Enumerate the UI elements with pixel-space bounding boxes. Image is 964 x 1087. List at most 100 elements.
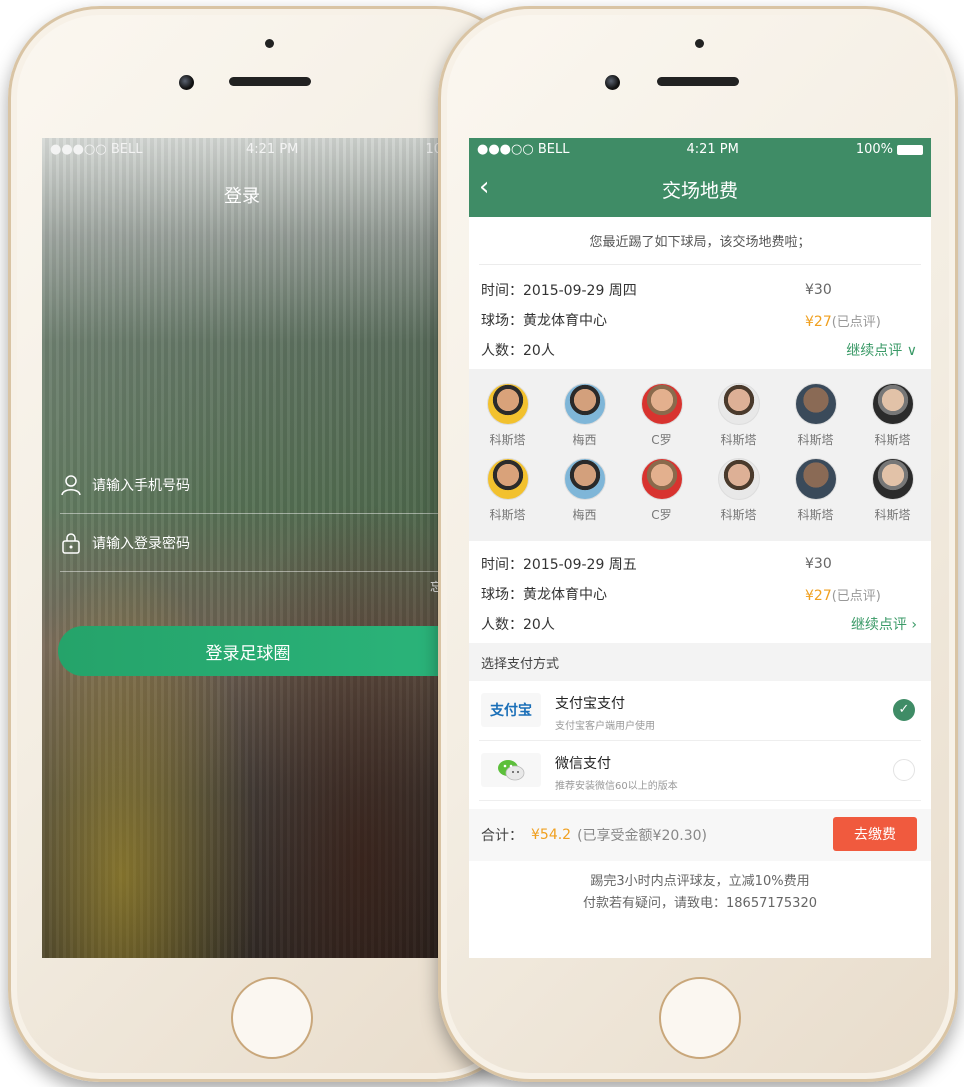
- player-name: 科斯塔: [489, 433, 526, 447]
- footer-contact-note: 付款若有疑问，请致电：18657175320: [583, 896, 817, 911]
- match-card-1: 时间：2015-09-29 周四 ¥30 球场：黄龙体育中心 ¥27(已点评) …: [469, 265, 931, 369]
- alipay-logo: 支付宝: [481, 693, 541, 727]
- footer-notes: 踢完3小时内点评球友，立减10%费用 付款若有疑问，请致电：1865717532…: [469, 861, 931, 915]
- discount-text: (已享受金额¥20.30): [577, 828, 708, 844]
- avatar: [871, 458, 914, 500]
- player-item[interactable]: 科斯塔: [786, 383, 846, 448]
- footer-discount-note: 踢完3小时内点评球友，立减10%费用: [590, 874, 810, 889]
- match-time: 时间：2015-09-29 周四: [481, 283, 637, 299]
- user-icon: [61, 474, 81, 495]
- player-name: C罗: [651, 508, 672, 522]
- player-item[interactable]: 科斯塔: [863, 458, 923, 523]
- home-button[interactable]: [659, 977, 741, 1059]
- match-time-row: 时间：2015-09-29 周四 ¥30: [469, 275, 931, 305]
- player-name: 科斯塔: [489, 508, 526, 522]
- player-item[interactable]: C罗: [632, 383, 692, 448]
- carrier: ●●●○○ BELL: [50, 142, 143, 157]
- proximity-sensor: [265, 39, 274, 48]
- total-bar: 合计： ¥54.2 (已享受金额¥20.30) 去缴费: [469, 809, 931, 861]
- match-venue: 球场：黄龙体育中心: [481, 587, 607, 603]
- match-card-2: 时间：2015-09-29 周五 ¥30 球场：黄龙体育中心 ¥27(已点评) …: [469, 541, 931, 643]
- payment-subtitle: 推荐安装微信60以上的版本: [555, 781, 678, 792]
- front-camera: [179, 75, 194, 90]
- paid-note: (已点评): [831, 314, 881, 330]
- match-people-row: 人数：20人 继续点评 ∨: [469, 335, 931, 365]
- player-name: 梅西: [572, 433, 597, 447]
- avatar: [794, 458, 837, 500]
- avatar: [563, 458, 606, 500]
- paid-note: (已点评): [831, 588, 881, 604]
- match-time: 时间：2015-09-29 周五: [481, 557, 637, 573]
- earpiece-speaker: [229, 77, 311, 86]
- player-name: 科斯塔: [720, 433, 757, 447]
- wechat-icon: [481, 753, 541, 787]
- page-title: 登录: [224, 186, 260, 207]
- payment-title: 支付宝支付: [555, 696, 625, 712]
- player-item[interactable]: 梅西: [555, 383, 615, 448]
- avatar: [640, 458, 683, 500]
- home-button[interactable]: [231, 977, 313, 1059]
- total-label: 合计：: [481, 828, 523, 844]
- player-item[interactable]: 科斯塔: [478, 458, 538, 523]
- avatar: [717, 458, 760, 500]
- phone-placeholder: 请输入手机号码: [92, 477, 190, 494]
- avatar: [794, 383, 837, 425]
- match-people: 人数：20人: [481, 343, 555, 359]
- player-item[interactable]: 科斯塔: [863, 383, 923, 448]
- avatar: [563, 383, 606, 425]
- player-name: 梅西: [572, 508, 597, 522]
- battery-level: 100%: [855, 142, 893, 157]
- player-name: 科斯塔: [874, 508, 911, 522]
- avatar: [486, 383, 529, 425]
- paid-price: ¥27(已点评): [805, 311, 881, 330]
- battery-status: 100%: [856, 142, 923, 157]
- clock: 4:21 PM: [686, 142, 739, 157]
- wechat-pay-option[interactable]: 微信支付 推荐安装微信60以上的版本: [479, 741, 921, 801]
- player-item[interactable]: C罗: [632, 458, 692, 523]
- match-price: ¥30: [805, 282, 832, 298]
- pay-fee-screen: ●●●○○ BELL 4:21 PM 100% ‹ 交场地费 您最近踢了如下球局…: [469, 138, 931, 958]
- match-price: ¥30: [805, 556, 832, 572]
- paid-amount: ¥27: [805, 587, 832, 604]
- checkmark-icon[interactable]: ✓: [893, 699, 915, 721]
- front-camera: [605, 75, 620, 90]
- player-item[interactable]: 科斯塔: [709, 383, 769, 448]
- battery-icon: [897, 144, 923, 155]
- continue-review-link[interactable]: 继续点评 ›: [851, 614, 917, 634]
- password-placeholder: 请输入登录密码: [92, 535, 190, 552]
- match-people: 人数：20人: [481, 617, 555, 633]
- radio-unchecked[interactable]: [893, 759, 915, 781]
- payment-method-header: 选择支付方式: [469, 643, 931, 681]
- status-bar: ●●●○○ BELL 4:21 PM 100%: [469, 138, 931, 157]
- notice-text: 您最近踢了如下球局，该交场地费啦；: [479, 217, 921, 265]
- match-venue: 球场：黄龙体育中心: [481, 313, 607, 329]
- match-venue-row: 球场：黄龙体育中心 ¥27(已点评): [469, 305, 931, 335]
- login-screen: ●●●○○ BELL 4:21 PM 10 登录 请输入手机号码 请输入登录密码…: [42, 138, 442, 958]
- player-item[interactable]: 梅西: [555, 458, 615, 523]
- total-amount: ¥54.2: [531, 827, 572, 843]
- player-name: 科斯塔: [797, 508, 834, 522]
- login-button[interactable]: 登录足球圈: [58, 626, 442, 676]
- player-row: 科斯塔 梅西 C罗 科斯塔 科斯塔 科斯塔: [469, 458, 931, 523]
- pay-button[interactable]: 去缴费: [833, 817, 917, 851]
- nav-header: ●●●○○ BELL 4:21 PM 100% ‹ 交场地费: [469, 138, 931, 217]
- password-field[interactable]: 请输入登录密码: [60, 514, 442, 572]
- alipay-option[interactable]: 支付宝 支付宝支付 支付宝客户端用户使用 ✓: [479, 681, 921, 741]
- carrier: ●●●○○ BELL: [477, 142, 570, 157]
- continue-review-link[interactable]: 继续点评 ∨: [846, 340, 917, 360]
- avatar: [717, 383, 760, 425]
- player-item[interactable]: 科斯塔: [478, 383, 538, 448]
- payment-subtitle: 支付宝客户端用户使用: [555, 721, 655, 732]
- match-time-row: 时间：2015-09-29 周五 ¥30: [469, 549, 931, 579]
- player-item[interactable]: 科斯塔: [786, 458, 846, 523]
- player-name: 科斯塔: [720, 508, 757, 522]
- phone-field[interactable]: 请输入手机号码: [60, 456, 442, 514]
- player-name: C罗: [651, 433, 672, 447]
- avatar: [486, 458, 529, 500]
- clock: 4:21 PM: [246, 142, 299, 157]
- paid-price: ¥27(已点评): [805, 585, 881, 604]
- status-bar: ●●●○○ BELL 4:21 PM 10: [50, 142, 442, 157]
- player-item[interactable]: 科斯塔: [709, 458, 769, 523]
- player-name: 科斯塔: [874, 433, 911, 447]
- player-row: 科斯塔 梅西 C罗 科斯塔 科斯塔 科斯塔: [469, 383, 931, 448]
